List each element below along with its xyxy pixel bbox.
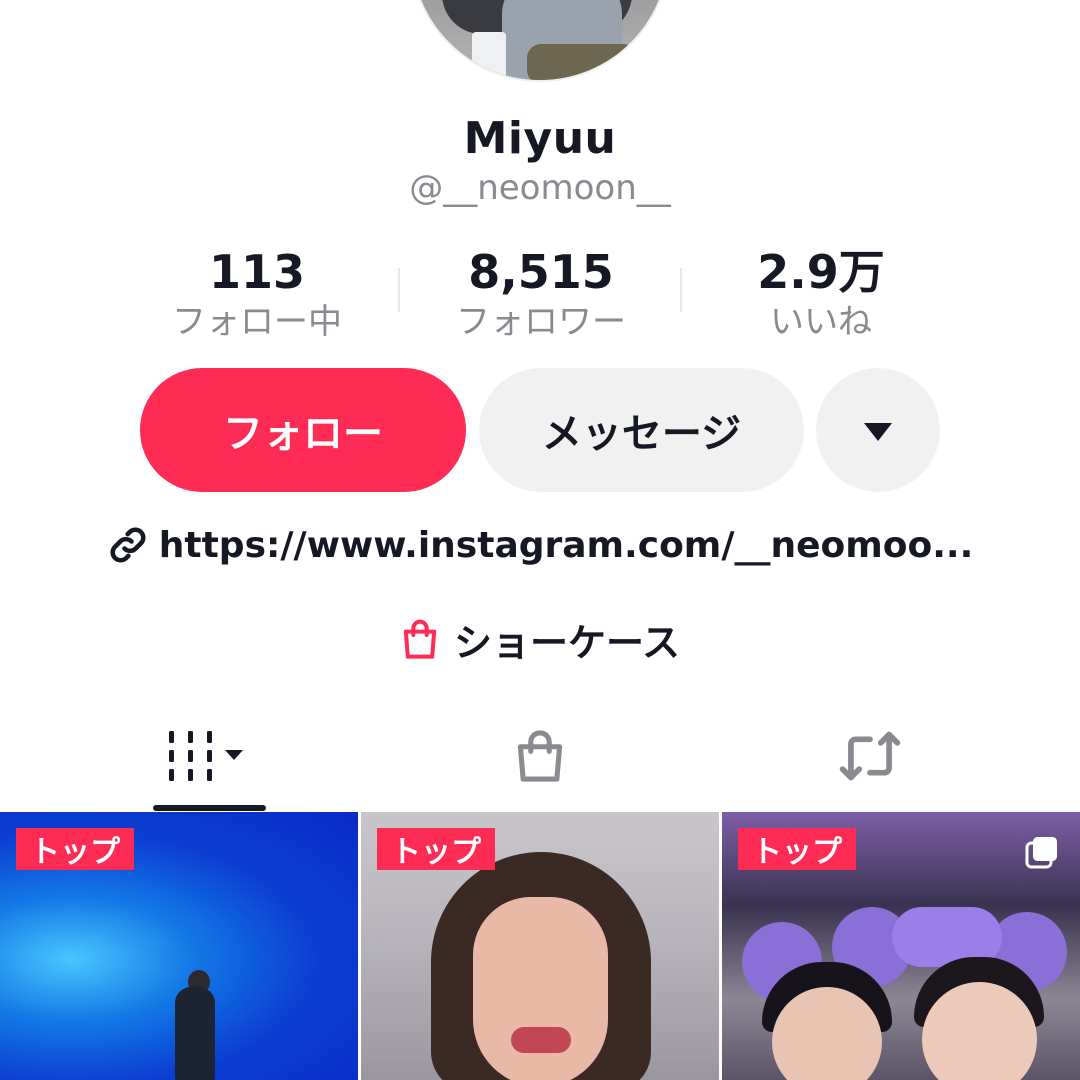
stat-divider bbox=[680, 268, 682, 312]
multi-photo-icon bbox=[1025, 837, 1057, 869]
follow-button[interactable]: フォロー bbox=[140, 368, 466, 492]
profile-tabs bbox=[0, 700, 1080, 812]
following-stat[interactable]: 113 フォロー中 bbox=[127, 244, 387, 344]
top-badge: トップ bbox=[16, 828, 134, 870]
likes-count: 2.9万 bbox=[757, 245, 885, 299]
bio-link-text: https://www.instagram.com/__neomoo... bbox=[158, 524, 974, 566]
videos-grid-icon bbox=[169, 731, 243, 781]
likes-stat[interactable]: 2.9万 いいね bbox=[691, 244, 951, 344]
video-grid: トップ トップ トップ bbox=[0, 812, 1080, 1080]
display-name: Miyuu bbox=[463, 113, 617, 164]
thumbnail-figure bbox=[175, 987, 215, 1080]
showcase-label: ショーケース bbox=[453, 621, 681, 665]
tab-videos[interactable] bbox=[30, 700, 390, 812]
top-badge: トップ bbox=[377, 828, 495, 870]
avatar-cup bbox=[472, 32, 506, 80]
profile-avatar[interactable] bbox=[410, 0, 670, 82]
caret-down-icon bbox=[864, 423, 892, 441]
tab-reposts[interactable] bbox=[690, 700, 1050, 812]
link-icon bbox=[110, 527, 146, 563]
video-thumbnail[interactable]: トップ bbox=[361, 812, 719, 1080]
top-badge: トップ bbox=[738, 828, 856, 870]
followers-count: 8,515 bbox=[468, 245, 614, 299]
followers-label: フォロワー bbox=[456, 302, 626, 342]
thumbnail-lips bbox=[511, 1027, 571, 1053]
username-handle: @__neomoon__ bbox=[409, 168, 671, 208]
showcase-link[interactable]: ショーケース bbox=[0, 612, 1080, 667]
likes-label: いいね bbox=[770, 302, 872, 342]
following-label: フォロー中 bbox=[172, 302, 342, 342]
following-count: 113 bbox=[208, 245, 306, 299]
profile-stats: 113 フォロー中 8,515 フォロワー 2.9万 いいね bbox=[0, 244, 1080, 344]
avatar-bag bbox=[527, 44, 637, 80]
shopping-bag-icon bbox=[403, 619, 437, 659]
shopping-bag-icon bbox=[517, 730, 563, 782]
video-thumbnail[interactable]: トップ bbox=[0, 812, 358, 1080]
stat-divider bbox=[398, 268, 400, 312]
bio-link[interactable]: https://www.instagram.com/__neomoo... bbox=[0, 524, 1080, 566]
message-button[interactable]: メッセージ bbox=[479, 368, 804, 492]
video-thumbnail[interactable]: トップ bbox=[722, 812, 1080, 1080]
repost-icon bbox=[839, 731, 901, 781]
more-options-button[interactable] bbox=[816, 368, 940, 492]
active-tab-indicator bbox=[153, 805, 266, 811]
tab-shop[interactable] bbox=[360, 700, 720, 812]
followers-stat[interactable]: 8,515 フォロワー bbox=[411, 244, 671, 344]
